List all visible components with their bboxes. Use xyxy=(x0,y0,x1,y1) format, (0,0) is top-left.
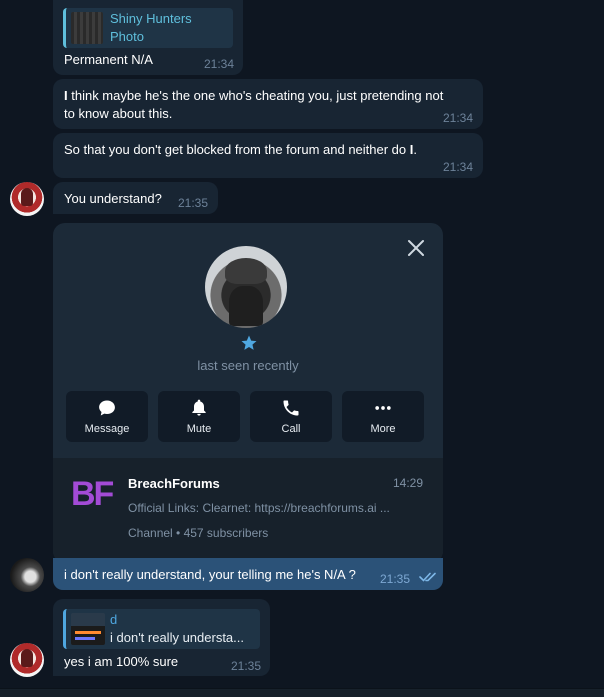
channel-preview: Official Links: Clearnet: https://breach… xyxy=(128,501,390,515)
text-span: So that you don't get blocked from the f… xyxy=(64,142,410,157)
channel-meta: Channel • 457 subscribers xyxy=(128,526,269,540)
message-text-line: to know about this. xyxy=(64,106,173,121)
phone-icon xyxy=(283,400,299,416)
message-text: i don't really understand, your telling … xyxy=(64,567,356,582)
channel-item[interactable]: BF BreachForums 14:29 Official Links: Cl… xyxy=(53,458,443,563)
thumbnail-detail xyxy=(75,631,101,634)
reply-preview[interactable]: d i don't really understa... xyxy=(63,609,260,649)
reply-text: i don't really understa... xyxy=(110,630,244,645)
reply-author: d xyxy=(110,612,118,627)
message-time: 21:35 xyxy=(231,659,262,673)
channel-time: 14:29 xyxy=(392,476,423,490)
bell-icon xyxy=(192,399,206,416)
text-span: . xyxy=(413,142,418,157)
message-text: So that you don't get blocked from the f… xyxy=(64,142,417,157)
avatar-figure xyxy=(229,286,263,326)
channel-name: BreachForums xyxy=(128,476,220,491)
text-span: think maybe he's the one who's cheating … xyxy=(67,88,444,103)
thumbnail-detail xyxy=(75,637,95,640)
message-button[interactable]: Message xyxy=(66,391,148,442)
more-button[interactable]: More xyxy=(342,391,424,442)
message-time: 21:34 xyxy=(443,111,474,125)
message-time: 21:34 xyxy=(204,57,235,71)
close-icon[interactable] xyxy=(405,237,427,259)
action-label: More xyxy=(370,423,396,435)
avatar[interactable] xyxy=(10,643,44,677)
message-time: 21:34 xyxy=(443,160,474,174)
more-icon xyxy=(375,406,391,410)
double-check-icon xyxy=(419,570,437,582)
message-time: 21:35 xyxy=(178,196,209,210)
message-bubble[interactable]: Shiny Hunters Photo Permanent N/A 21:34 xyxy=(53,0,243,75)
message-bubble[interactable]: I think maybe he's the one who's cheatin… xyxy=(53,79,483,129)
profile-card: last seen recently Message Mute Call Mor… xyxy=(53,223,443,563)
channel-logo: BF xyxy=(71,475,114,513)
message-text-line: I think maybe he's the one who's cheatin… xyxy=(64,88,443,103)
message-bubble[interactable]: You understand? 21:35 xyxy=(53,182,218,214)
star-icon xyxy=(240,334,258,352)
action-label: Message xyxy=(84,423,130,435)
message-time: 21:35 xyxy=(380,572,411,586)
photo-thumbnail xyxy=(71,12,103,44)
reply-preview[interactable]: Shiny Hunters Photo xyxy=(63,8,233,48)
avatar-figure xyxy=(21,188,33,206)
avatar-figure xyxy=(225,258,267,284)
action-label: Call xyxy=(281,423,301,435)
message-text: yes i am 100% sure xyxy=(64,654,179,669)
avatar[interactable] xyxy=(10,182,44,216)
image-thumbnail xyxy=(71,613,105,645)
reply-author: Shiny Hunters xyxy=(110,11,192,26)
last-seen-status: last seen recently xyxy=(197,358,299,373)
message-bubble[interactable]: So that you don't get blocked from the f… xyxy=(53,133,483,178)
message-text: Permanent N/A xyxy=(64,52,153,67)
message-text: You understand? xyxy=(64,191,162,206)
message-bubble[interactable]: i don't really understand, your telling … xyxy=(53,558,443,590)
action-label: Mute xyxy=(186,423,212,435)
profile-avatar[interactable] xyxy=(205,246,287,328)
call-button[interactable]: Call xyxy=(250,391,332,442)
reply-text: Photo xyxy=(110,29,144,44)
message-bubble[interactable]: d i don't really understa... yes i am 10… xyxy=(53,599,270,676)
avatar[interactable] xyxy=(10,558,44,592)
message-icon xyxy=(99,400,115,416)
avatar-figure xyxy=(21,649,33,667)
mute-button[interactable]: Mute xyxy=(158,391,240,442)
